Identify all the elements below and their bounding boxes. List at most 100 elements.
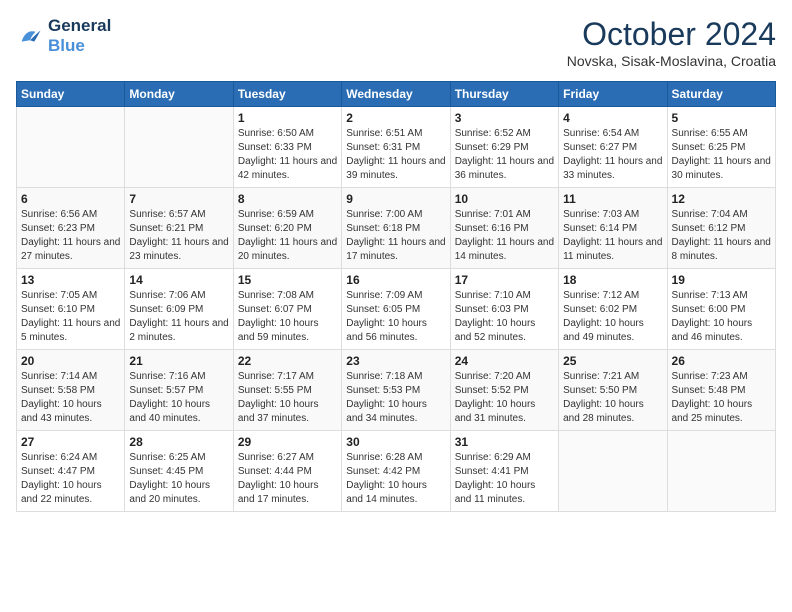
day-detail: Sunrise: 6:25 AMSunset: 4:45 PMDaylight:… (129, 451, 228, 507)
day-number: 26 (672, 354, 771, 368)
day-detail: Sunrise: 7:08 AMSunset: 6:07 PMDaylight:… (238, 289, 337, 345)
day-number: 18 (563, 273, 662, 287)
calendar-week-4: 20 Sunrise: 7:14 AMSunset: 5:58 PMDayligh… (17, 350, 776, 431)
day-detail: Sunrise: 7:04 AMSunset: 6:12 PMDaylight:… (672, 208, 771, 264)
day-detail: Sunrise: 6:51 AMSunset: 6:31 PMDaylight:… (346, 127, 445, 183)
month-title: October 2024 (567, 16, 776, 53)
day-number: 15 (238, 273, 337, 287)
day-number: 21 (129, 354, 228, 368)
calendar-cell: 31 Sunrise: 6:29 AMSunset: 4:41 PMDayligh… (450, 431, 558, 512)
day-detail: Sunrise: 6:27 AMSunset: 4:44 PMDaylight:… (238, 451, 337, 507)
day-number: 4 (563, 111, 662, 125)
calendar-week-2: 6Sunrise: 6:56 AMSunset: 6:23 PMDaylight… (17, 188, 776, 269)
calendar-cell: 10 Sunrise: 7:01 AMSunset: 6:16 PMDayligh… (450, 188, 558, 269)
day-number: 9 (346, 192, 445, 206)
day-detail: Sunrise: 6:55 AMSunset: 6:25 PMDaylight:… (672, 127, 771, 183)
day-number: 8 (238, 192, 337, 206)
day-number: 13 (21, 273, 120, 287)
day-detail: Sunrise: 7:06 AMSunset: 6:09 PMDaylight:… (129, 289, 228, 345)
logo-icon (16, 22, 44, 50)
day-number: 12 (672, 192, 771, 206)
header-row: SundayMondayTuesdayWednesdayThursdayFrid… (17, 82, 776, 107)
weekday-header-monday: Monday (125, 82, 233, 107)
page-header: General Blue October 2024 Novska, Sisak-… (16, 16, 776, 69)
day-detail: Sunrise: 7:13 AMSunset: 6:00 PMDaylight:… (672, 289, 771, 345)
calendar-cell: 28 Sunrise: 6:25 AMSunset: 4:45 PMDayligh… (125, 431, 233, 512)
calendar-cell: 5 Sunrise: 6:55 AMSunset: 6:25 PMDaylight… (667, 107, 775, 188)
day-detail: Sunrise: 7:00 AMSunset: 6:18 PMDaylight:… (346, 208, 445, 264)
weekday-header-sunday: Sunday (17, 82, 125, 107)
day-number: 22 (238, 354, 337, 368)
day-number: 11 (563, 192, 662, 206)
calendar-week-1: 1 Sunrise: 6:50 AMSunset: 6:33 PMDaylight… (17, 107, 776, 188)
day-number: 14 (129, 273, 228, 287)
day-number: 2 (346, 111, 445, 125)
weekday-header-tuesday: Tuesday (233, 82, 341, 107)
day-detail: Sunrise: 6:54 AMSunset: 6:27 PMDaylight:… (563, 127, 662, 183)
day-detail: Sunrise: 6:24 AMSunset: 4:47 PMDaylight:… (21, 451, 120, 507)
calendar-cell: 2 Sunrise: 6:51 AMSunset: 6:31 PMDaylight… (342, 107, 450, 188)
calendar-cell: 14 Sunrise: 7:06 AMSunset: 6:09 PMDayligh… (125, 269, 233, 350)
day-detail: Sunrise: 6:28 AMSunset: 4:42 PMDaylight:… (346, 451, 445, 507)
day-detail: Sunrise: 7:16 AMSunset: 5:57 PMDaylight:… (129, 370, 228, 426)
weekday-header-wednesday: Wednesday (342, 82, 450, 107)
day-detail: Sunrise: 7:17 AMSunset: 5:55 PMDaylight:… (238, 370, 337, 426)
day-detail: Sunrise: 7:09 AMSunset: 6:05 PMDaylight:… (346, 289, 445, 345)
calendar-cell (17, 107, 125, 188)
day-detail: Sunrise: 7:18 AMSunset: 5:53 PMDaylight:… (346, 370, 445, 426)
day-detail: Sunrise: 7:01 AMSunset: 6:16 PMDaylight:… (455, 208, 554, 264)
day-detail: Sunrise: 6:50 AMSunset: 6:33 PMDaylight:… (238, 127, 337, 183)
calendar-cell: 4 Sunrise: 6:54 AMSunset: 6:27 PMDaylight… (559, 107, 667, 188)
day-number: 31 (455, 435, 554, 449)
day-number: 27 (21, 435, 120, 449)
calendar-cell: 6Sunrise: 6:56 AMSunset: 6:23 PMDaylight… (17, 188, 125, 269)
day-detail: Sunrise: 6:29 AMSunset: 4:41 PMDaylight:… (455, 451, 554, 507)
location: Novska, Sisak-Moslavina, Croatia (567, 53, 776, 69)
calendar-cell: 20 Sunrise: 7:14 AMSunset: 5:58 PMDayligh… (17, 350, 125, 431)
day-number: 29 (238, 435, 337, 449)
calendar-table: SundayMondayTuesdayWednesdayThursdayFrid… (16, 81, 776, 512)
day-number: 19 (672, 273, 771, 287)
calendar-cell: 16 Sunrise: 7:09 AMSunset: 6:05 PMDayligh… (342, 269, 450, 350)
day-detail: Sunrise: 7:05 AMSunset: 6:10 PMDaylight:… (21, 289, 120, 345)
calendar-cell: 9 Sunrise: 7:00 AMSunset: 6:18 PMDaylight… (342, 188, 450, 269)
calendar-cell: 3 Sunrise: 6:52 AMSunset: 6:29 PMDaylight… (450, 107, 558, 188)
calendar-cell: 11 Sunrise: 7:03 AMSunset: 6:14 PMDayligh… (559, 188, 667, 269)
day-number: 16 (346, 273, 445, 287)
calendar-cell: 25 Sunrise: 7:21 AMSunset: 5:50 PMDayligh… (559, 350, 667, 431)
day-number: 28 (129, 435, 228, 449)
calendar-week-3: 13 Sunrise: 7:05 AMSunset: 6:10 PMDayligh… (17, 269, 776, 350)
day-number: 1 (238, 111, 337, 125)
calendar-cell: 27 Sunrise: 6:24 AMSunset: 4:47 PMDayligh… (17, 431, 125, 512)
day-detail: Sunrise: 6:52 AMSunset: 6:29 PMDaylight:… (455, 127, 554, 183)
day-number: 23 (346, 354, 445, 368)
day-detail: Sunrise: 7:21 AMSunset: 5:50 PMDaylight:… (563, 370, 662, 426)
calendar-cell: 24Sunrise: 7:20 AMSunset: 5:52 PMDayligh… (450, 350, 558, 431)
calendar-cell: 22 Sunrise: 7:17 AMSunset: 5:55 PMDayligh… (233, 350, 341, 431)
calendar-cell: 1 Sunrise: 6:50 AMSunset: 6:33 PMDaylight… (233, 107, 341, 188)
calendar-cell: 8 Sunrise: 6:59 AMSunset: 6:20 PMDaylight… (233, 188, 341, 269)
day-number: 5 (672, 111, 771, 125)
calendar-cell: 19 Sunrise: 7:13 AMSunset: 6:00 PMDayligh… (667, 269, 775, 350)
calendar-cell: 15 Sunrise: 7:08 AMSunset: 6:07 PMDayligh… (233, 269, 341, 350)
calendar-cell: 18Sunrise: 7:12 AMSunset: 6:02 PMDayligh… (559, 269, 667, 350)
calendar-cell: 30Sunrise: 6:28 AMSunset: 4:42 PMDayligh… (342, 431, 450, 512)
calendar-cell: 23 Sunrise: 7:18 AMSunset: 5:53 PMDayligh… (342, 350, 450, 431)
day-number: 25 (563, 354, 662, 368)
calendar-cell: 29 Sunrise: 6:27 AMSunset: 4:44 PMDayligh… (233, 431, 341, 512)
day-number: 3 (455, 111, 554, 125)
day-detail: Sunrise: 7:20 AMSunset: 5:52 PMDaylight:… (455, 370, 554, 426)
day-detail: Sunrise: 6:59 AMSunset: 6:20 PMDaylight:… (238, 208, 337, 264)
day-detail: Sunrise: 7:23 AMSunset: 5:48 PMDaylight:… (672, 370, 771, 426)
day-detail: Sunrise: 7:10 AMSunset: 6:03 PMDaylight:… (455, 289, 554, 345)
day-number: 10 (455, 192, 554, 206)
weekday-header-thursday: Thursday (450, 82, 558, 107)
day-detail: Sunrise: 7:03 AMSunset: 6:14 PMDaylight:… (563, 208, 662, 264)
calendar-cell (559, 431, 667, 512)
day-number: 20 (21, 354, 120, 368)
weekday-header-saturday: Saturday (667, 82, 775, 107)
day-detail: Sunrise: 7:14 AMSunset: 5:58 PMDaylight:… (21, 370, 120, 426)
day-detail: Sunrise: 6:57 AMSunset: 6:21 PMDaylight:… (129, 208, 228, 264)
day-number: 17 (455, 273, 554, 287)
calendar-cell: 26 Sunrise: 7:23 AMSunset: 5:48 PMDayligh… (667, 350, 775, 431)
